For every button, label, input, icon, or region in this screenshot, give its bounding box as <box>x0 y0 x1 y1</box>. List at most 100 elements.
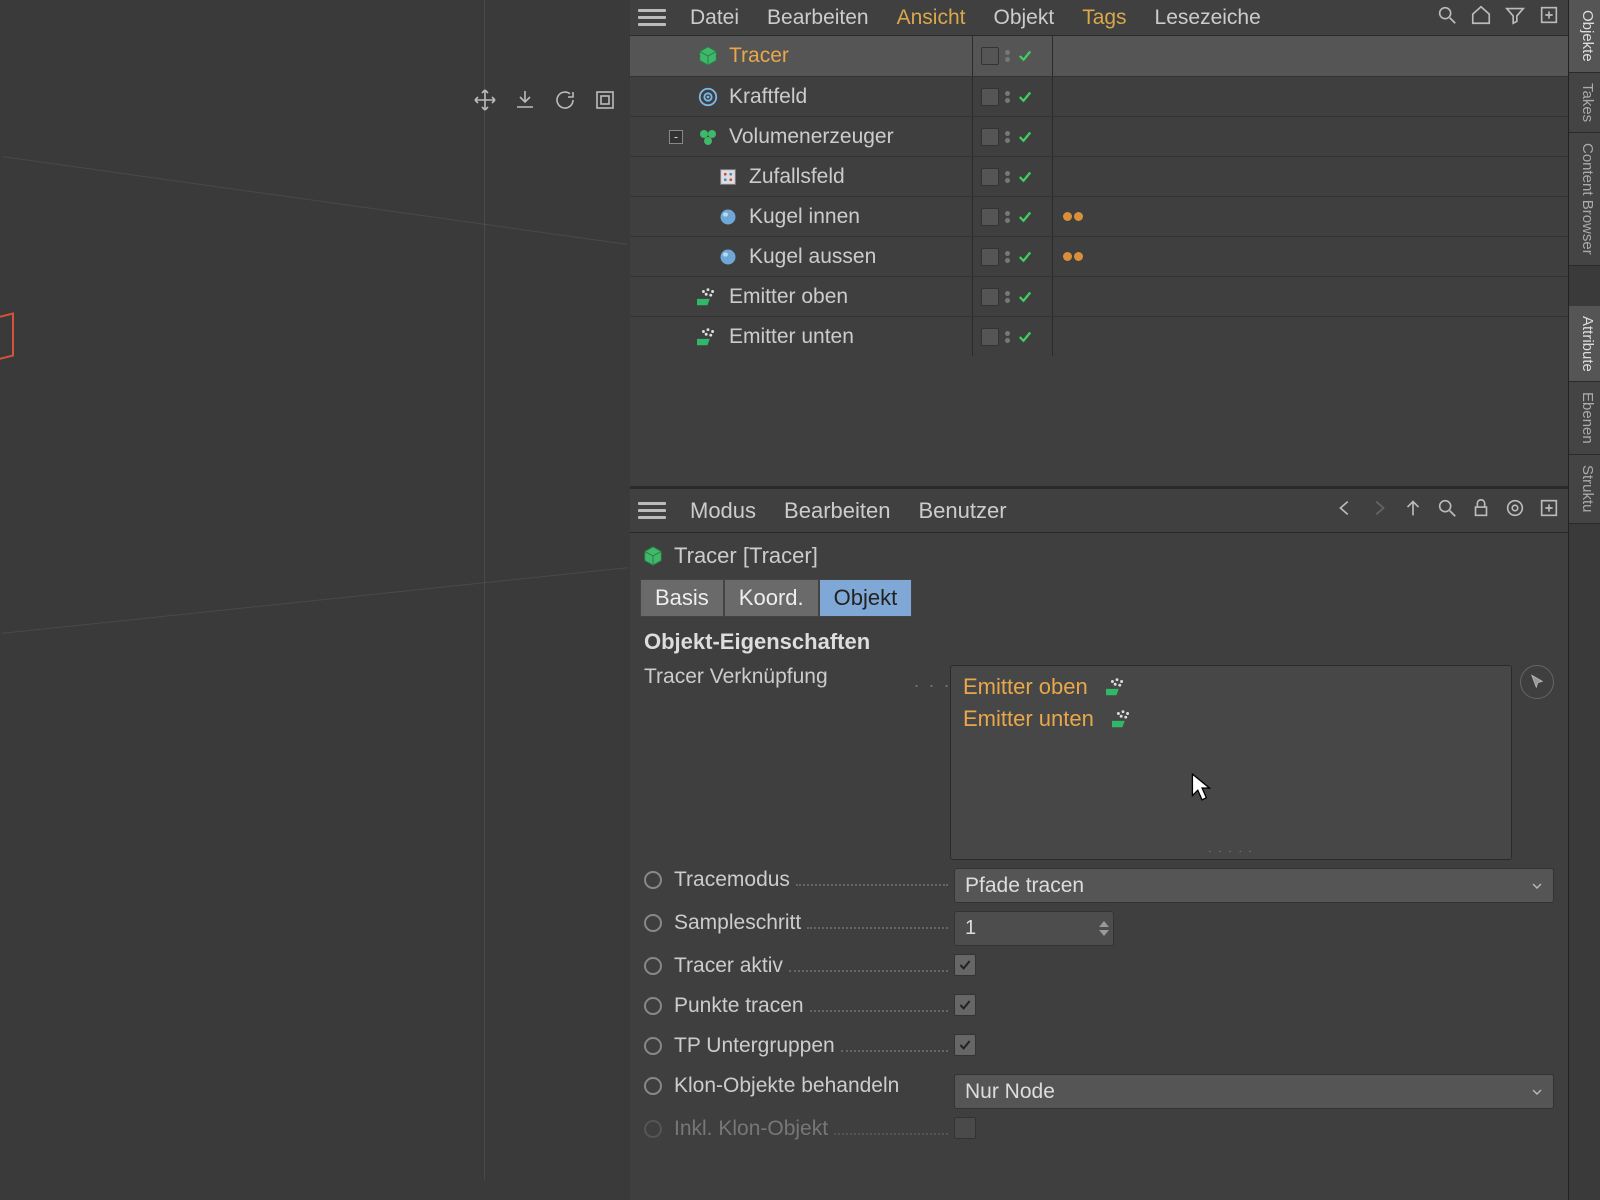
enabled-check-icon[interactable] <box>1016 88 1034 106</box>
menu-modus[interactable]: Modus <box>676 494 770 528</box>
expand-icon[interactable] <box>1538 497 1560 524</box>
tree-row[interactable]: Emitter oben <box>630 276 1568 316</box>
move-tool-icon[interactable] <box>470 85 500 115</box>
visibility-dots[interactable] <box>1005 50 1010 62</box>
menu-objekt[interactable]: Objekt <box>979 2 1068 34</box>
search-icon[interactable] <box>1436 4 1458 31</box>
anim-dot[interactable] <box>644 1077 662 1095</box>
visibility-dots[interactable] <box>1005 251 1010 263</box>
tag-col[interactable] <box>1052 77 1568 116</box>
layer-toggle[interactable] <box>981 248 999 266</box>
rotate-tool-icon[interactable] <box>550 85 580 115</box>
up-icon[interactable] <box>1402 497 1424 524</box>
layer-toggle[interactable] <box>981 168 999 186</box>
menu-datei[interactable]: Datei <box>676 2 753 34</box>
klon-select[interactable]: Nur Node <box>954 1074 1554 1109</box>
layer-toggle[interactable] <box>981 47 999 65</box>
checkbox-punkte-tracen[interactable] <box>954 994 976 1016</box>
menu-bearbeiten[interactable]: Bearbeiten <box>770 494 904 528</box>
side-tab-content[interactable]: Content Browser <box>1569 133 1600 266</box>
tree-row[interactable]: Tracer <box>630 36 1568 76</box>
frame-tool-icon[interactable] <box>510 85 540 115</box>
tree-label[interactable]: Kugel aussen <box>747 245 972 269</box>
visibility-dots[interactable] <box>1005 171 1010 183</box>
layer-toggle[interactable] <box>981 88 999 106</box>
visibility-dots[interactable] <box>1005 331 1010 343</box>
tree-row[interactable]: Kugel innen <box>630 196 1568 236</box>
layer-toggle[interactable] <box>981 328 999 346</box>
tree-label[interactable]: Kraftfeld <box>727 85 972 109</box>
enabled-check-icon[interactable] <box>1016 128 1034 146</box>
anim-dot[interactable] <box>644 997 662 1015</box>
tag-icon[interactable] <box>1063 252 1083 261</box>
tree-row[interactable]: Kugel aussen <box>630 236 1568 276</box>
enabled-check-icon[interactable] <box>1016 328 1034 346</box>
menu-bearbeiten[interactable]: Bearbeiten <box>753 2 883 34</box>
enabled-check-icon[interactable] <box>1016 47 1034 65</box>
tag-icon[interactable] <box>1063 212 1083 221</box>
side-tab-objekte[interactable]: Objekte <box>1569 0 1600 73</box>
menu-lesezeiche[interactable]: Lesezeiche <box>1141 2 1275 34</box>
link-picker-icon[interactable] <box>1520 665 1554 699</box>
filter-icon[interactable] <box>1504 4 1526 31</box>
tracemodus-select[interactable]: Pfade tracen <box>954 868 1554 903</box>
tag-col[interactable] <box>1052 197 1568 236</box>
maximize-tool-icon[interactable] <box>590 85 620 115</box>
tag-col[interactable] <box>1052 277 1568 316</box>
enabled-check-icon[interactable] <box>1016 168 1034 186</box>
tree-label[interactable]: Volumenerzeuger <box>727 125 972 149</box>
home-icon[interactable] <box>1470 4 1492 31</box>
layer-toggle[interactable] <box>981 128 999 146</box>
side-tab-takes[interactable]: Takes <box>1569 73 1600 133</box>
tree-row[interactable]: Zufallsfeld <box>630 156 1568 196</box>
tree-label[interactable]: Tracer <box>727 44 972 68</box>
visibility-dots[interactable] <box>1005 291 1010 303</box>
menu-ansicht[interactable]: Ansicht <box>883 2 980 34</box>
object-tree[interactable]: Tracer Kraftfeld -Volumenerzeuger Zufallsfe… <box>630 36 1568 486</box>
side-tab-attribute[interactable]: Attribute <box>1569 306 1600 383</box>
tree-label[interactable]: Emitter oben <box>727 285 972 309</box>
tree-label[interactable]: Zufallsfeld <box>747 165 972 189</box>
visibility-dots[interactable] <box>1005 91 1010 103</box>
tree-row[interactable]: Emitter unten <box>630 316 1568 356</box>
menu-tags[interactable]: Tags <box>1068 2 1140 34</box>
menu-benutzer[interactable]: Benutzer <box>904 494 1020 528</box>
layer-toggle[interactable] <box>981 288 999 306</box>
anim-dot[interactable] <box>644 957 662 975</box>
link-item[interactable]: Emitter oben <box>963 674 1499 700</box>
viewport[interactable] <box>0 0 630 1200</box>
spinner-icon[interactable] <box>1099 921 1109 936</box>
back-icon[interactable] <box>1334 497 1356 524</box>
tag-col[interactable] <box>1052 36 1568 76</box>
tag-col[interactable] <box>1052 117 1568 156</box>
tab-koord[interactable]: Koord. <box>724 579 819 617</box>
tab-basis[interactable]: Basis <box>640 579 724 617</box>
search-icon[interactable] <box>1436 497 1458 524</box>
checkbox-tracer-aktiv[interactable] <box>954 954 976 976</box>
tab-objekt[interactable]: Objekt <box>819 579 913 617</box>
tree-row[interactable]: -Volumenerzeuger <box>630 116 1568 156</box>
anim-dot[interactable] <box>644 871 662 889</box>
enabled-check-icon[interactable] <box>1016 208 1034 226</box>
visibility-dots[interactable] <box>1005 131 1010 143</box>
layer-toggle[interactable] <box>981 208 999 226</box>
enabled-check-icon[interactable] <box>1016 248 1034 266</box>
tree-label[interactable]: Kugel innen <box>747 205 972 229</box>
tag-col[interactable] <box>1052 237 1568 276</box>
anim-dot[interactable] <box>644 1037 662 1055</box>
lock-icon[interactable] <box>1470 497 1492 524</box>
side-tab-ebenen[interactable]: Ebenen <box>1569 382 1600 455</box>
tree-row[interactable]: Kraftfeld <box>630 76 1568 116</box>
sampleschritt-input[interactable]: 1 <box>954 911 1114 946</box>
record-icon[interactable] <box>1504 497 1526 524</box>
anim-dot[interactable] <box>644 914 662 932</box>
checkbox-tp-untergruppen[interactable] <box>954 1034 976 1056</box>
tag-col[interactable] <box>1052 317 1568 356</box>
side-tab-struktu[interactable]: Struktu <box>1569 455 1600 524</box>
link-item[interactable]: Emitter unten <box>963 706 1499 732</box>
link-well[interactable]: Emitter oben Emitter unten · · · · · <box>950 665 1512 860</box>
resize-handle[interactable]: · · · · · <box>1208 846 1254 857</box>
visibility-dots[interactable] <box>1005 211 1010 223</box>
tree-label[interactable]: Emitter unten <box>727 325 972 349</box>
tag-col[interactable] <box>1052 157 1568 196</box>
